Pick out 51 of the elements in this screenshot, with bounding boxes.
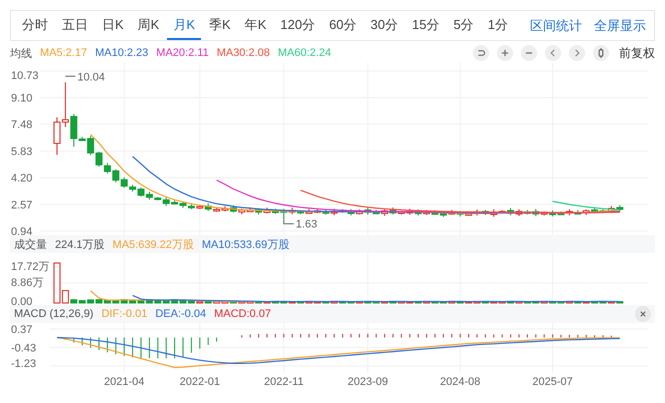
price-axis-label: 5.83 [11, 146, 32, 158]
date-axis-label: 2022-11 [263, 376, 305, 388]
ma-value: MA5:2.17 [40, 47, 88, 59]
adjust-mode-button[interactable]: 前复权 [619, 44, 655, 62]
volume-ma-value: MA5:639.22万股 [112, 238, 194, 252]
macd-label: MACD (12,26,9) [14, 308, 94, 320]
ma-value: MA10:2.23 [95, 47, 148, 59]
macd-value: DIF:-0.01 [101, 308, 148, 320]
period-tab[interactable]: 月K [167, 11, 202, 40]
date-axis-label: 2025-07 [531, 376, 574, 388]
volume-label: 成交量 [14, 238, 47, 252]
low-price-label: 1.63 [296, 218, 318, 231]
toolbar-link[interactable]: 全屏显示 [594, 16, 646, 34]
macd-value: DEA:-0.04 [155, 308, 206, 320]
macd-axis-label: -1.23 [11, 358, 36, 370]
period-tab[interactable]: 季K [203, 11, 237, 40]
volume-axis-label: 0.00 [11, 296, 32, 305]
macd-axis-label: -0.43 [11, 342, 36, 354]
period-tab[interactable]: 五日 [56, 11, 94, 40]
ma-value: MA60:2.24 [278, 47, 332, 59]
period-tab[interactable]: 30分 [364, 11, 404, 40]
period-tab[interactable]: 分时 [16, 11, 54, 40]
date-axis-label: 2023-09 [346, 376, 389, 388]
high-price-label: 10.04 [77, 71, 105, 84]
price-axis-label: 9.10 [11, 92, 32, 105]
date-axis-label: 2022-01 [178, 376, 221, 388]
volume-ma-value: MA10:533.69万股 [202, 238, 290, 252]
price-axis-label: 2.57 [11, 199, 32, 212]
price-axis-label: 0.94 [11, 226, 32, 235]
ma-value: MA20:2.11 [156, 47, 209, 59]
ma-value: MA30:2.08 [216, 47, 270, 59]
period-tab[interactable]: 日K [96, 11, 130, 40]
volume-axis-label: 8.86万 [11, 277, 44, 289]
period-tab[interactable]: 周K [132, 11, 166, 40]
price-axis-label: 4.20 [11, 172, 32, 185]
period-tab[interactable]: 60分 [323, 11, 363, 40]
volume-value: 224.1万股 [55, 238, 105, 252]
price-axis-label: 10.73 [11, 70, 39, 82]
period-tab[interactable]: 年K [238, 11, 272, 40]
volume-axis-label: 17.72万 [11, 261, 50, 273]
date-axis-label: 2021-04 [103, 376, 146, 388]
macd-axis-label: 0.37 [11, 324, 32, 336]
macd-value: MACD:0.07 [214, 308, 271, 320]
toolbar-link[interactable]: 区间统计 [530, 16, 582, 34]
price-axis-label: 7.48 [11, 119, 32, 132]
date-axis-label: 2024-08 [439, 376, 482, 388]
period-tab[interactable]: 1分 [482, 11, 514, 40]
period-tab[interactable]: 15分 [406, 11, 446, 40]
ma-label: 均线 [10, 46, 32, 60]
period-tab[interactable]: 5分 [447, 11, 480, 40]
period-tab[interactable]: 120分 [274, 11, 322, 40]
